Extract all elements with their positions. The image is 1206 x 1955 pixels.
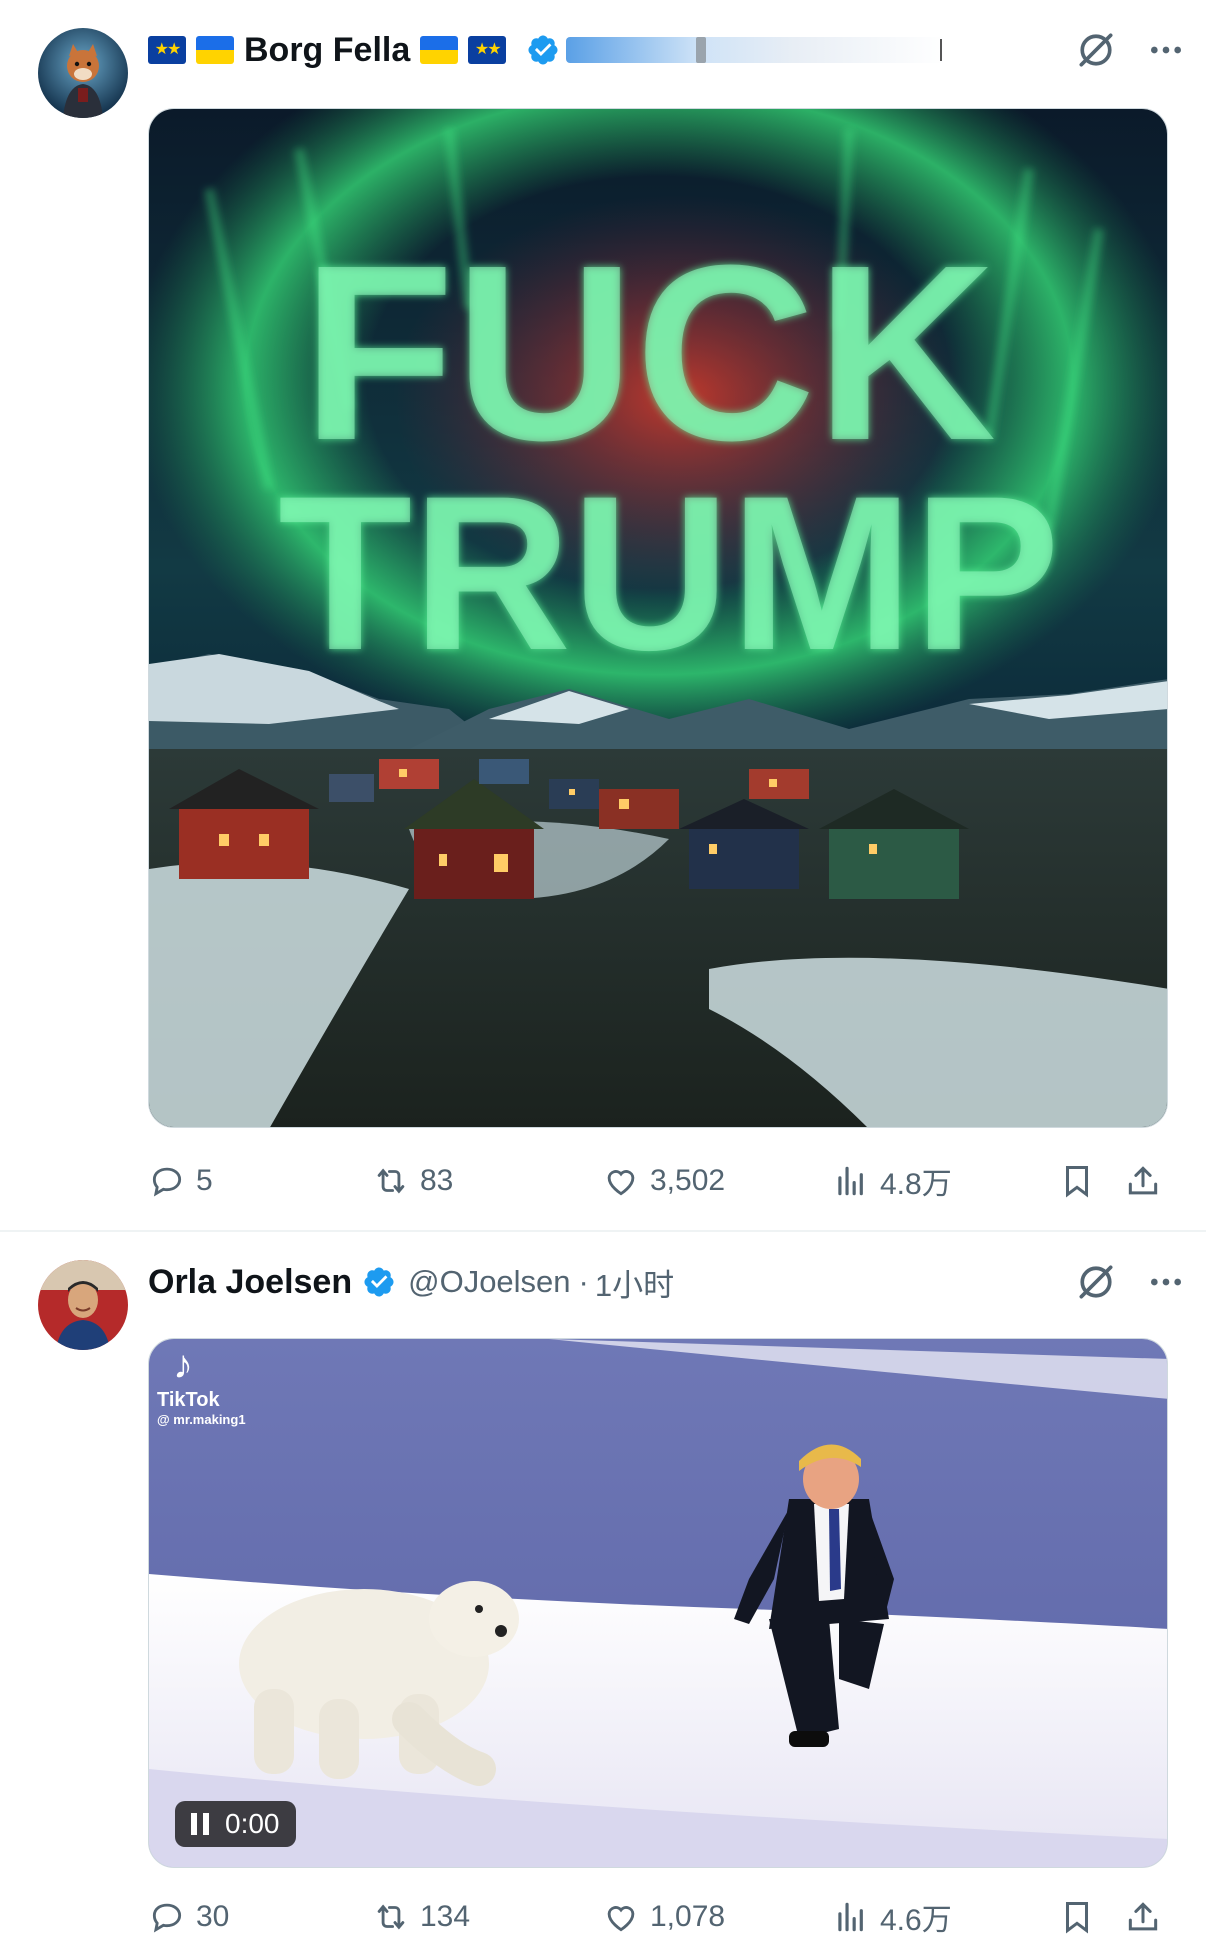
more-options-icon[interactable] xyxy=(1146,30,1186,70)
like-count: 3,502 xyxy=(650,1164,726,1197)
avatar[interactable] xyxy=(38,28,128,118)
share-button[interactable] xyxy=(1124,1892,1162,1942)
bookmark-button[interactable] xyxy=(1058,1156,1096,1206)
display-name[interactable]: Borg Fella xyxy=(244,31,410,70)
view-count: 4.8万 xyxy=(880,1168,952,1201)
ukraine-flag-icon xyxy=(420,36,459,64)
redacted-handle xyxy=(566,37,947,63)
repost-icon xyxy=(377,1168,405,1194)
views-button[interactable]: 4.6万 xyxy=(832,1892,952,1942)
post-borg-fella[interactable]: ★★ Borg Fella ★★ FUCK FUCK TRUMP TRUMP 5… xyxy=(0,0,1206,1232)
bookmark-icon xyxy=(1065,1166,1089,1198)
heart-icon xyxy=(607,1170,635,1196)
view-count: 4.6万 xyxy=(880,1904,952,1937)
reply-button[interactable]: 30 xyxy=(148,1892,229,1942)
verified-badge-icon[interactable] xyxy=(362,1265,396,1299)
bookmark-button[interactable] xyxy=(1058,1892,1096,1942)
reply-count: 30 xyxy=(196,1900,230,1933)
tiktok-logo-icon: ♪ xyxy=(173,1343,193,1387)
repost-count: 134 xyxy=(420,1900,471,1933)
reply-icon xyxy=(152,1903,182,1933)
repost-button[interactable]: 134 xyxy=(372,1892,470,1942)
video-play-pause-control[interactable]: 0:00 xyxy=(175,1801,296,1847)
repost-icon xyxy=(377,1904,405,1930)
post-video[interactable]: ♪ TikTok @ mr.making1 0:00 xyxy=(148,1338,1168,1868)
aurora-text-trump-core: TRUMP xyxy=(278,450,1060,696)
bookmark-icon xyxy=(1065,1902,1089,1934)
views-icon xyxy=(838,1166,863,1196)
ukraine-flag-icon xyxy=(196,36,234,64)
post-image[interactable]: FUCK FUCK TRUMP TRUMP xyxy=(148,108,1168,1128)
tiktok-username: @ mr.making1 xyxy=(157,1412,246,1427)
video-time: 0:00 xyxy=(225,1808,280,1839)
eu-flag-icon: ★★ xyxy=(148,36,186,64)
action-bar: 30 134 1,078 4.6万 xyxy=(148,1892,1168,1942)
like-count: 1,078 xyxy=(650,1900,726,1933)
dot-separator: · xyxy=(578,1264,589,1299)
reply-count: 5 xyxy=(196,1164,213,1197)
post-header: ★★ Borg Fella ★★ xyxy=(148,22,1186,78)
post-header: Orla Joelsen @OJoelsen · 1小时 xyxy=(148,1254,1186,1310)
views-button[interactable]: 4.8万 xyxy=(832,1156,952,1206)
handle[interactable]: @OJoelsen xyxy=(408,1264,570,1300)
repost-button[interactable]: 83 xyxy=(372,1156,453,1206)
tiktok-brand-label: TikTok xyxy=(157,1389,220,1411)
reply-icon xyxy=(152,1167,182,1197)
like-button[interactable]: 3,502 xyxy=(602,1156,725,1206)
post-timestamp[interactable]: 1小时 xyxy=(595,1260,674,1305)
post-orla-joelsen[interactable]: Orla Joelsen @OJoelsen · 1小时 ♪ TikTok @ … xyxy=(0,1232,1206,1955)
more-options-icon[interactable] xyxy=(1146,1262,1186,1302)
reply-button[interactable]: 5 xyxy=(148,1156,213,1206)
share-button[interactable] xyxy=(1124,1156,1162,1206)
tiktok-watermark: ♪ TikTok @ mr.making1 xyxy=(157,1345,246,1427)
heart-icon xyxy=(607,1906,635,1932)
repost-count: 83 xyxy=(420,1164,454,1197)
share-icon xyxy=(1128,1166,1158,1195)
action-bar: 5 83 3,502 4.8万 xyxy=(148,1156,1168,1206)
pause-icon xyxy=(191,1813,209,1835)
like-button[interactable]: 1,078 xyxy=(602,1892,725,1942)
grok-icon[interactable] xyxy=(1074,1260,1118,1304)
views-icon xyxy=(838,1902,863,1932)
display-name[interactable]: Orla Joelsen xyxy=(148,1263,352,1302)
verified-badge-icon[interactable] xyxy=(526,33,560,67)
eu-flag-icon: ★★ xyxy=(468,36,507,64)
share-icon xyxy=(1128,1902,1158,1931)
grok-icon[interactable] xyxy=(1074,28,1118,72)
avatar[interactable] xyxy=(38,1260,128,1350)
